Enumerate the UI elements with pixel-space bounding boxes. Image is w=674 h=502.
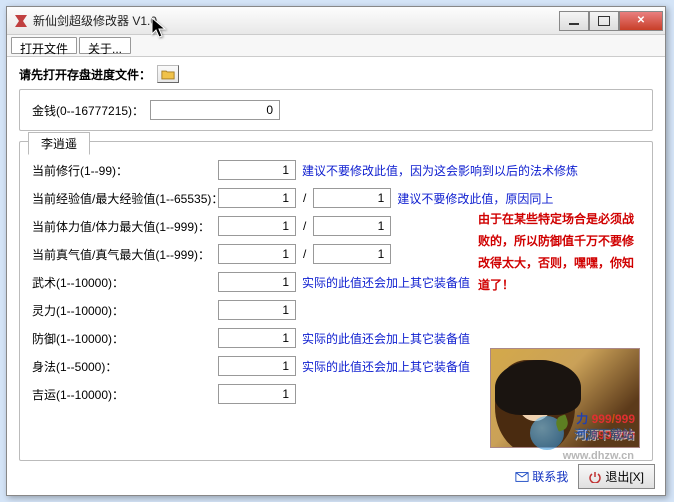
exp-max-input[interactable] (313, 188, 391, 208)
shenfa-input[interactable] (218, 356, 296, 376)
contact-link[interactable]: 联系我 (515, 468, 568, 485)
open-prompt: 请先打开存盘进度文件： (19, 66, 151, 83)
window-title: 新仙剑超级修改器 V1.0 (33, 12, 559, 29)
titlebar[interactable]: 新仙剑超级修改器 V1.0 (7, 7, 665, 35)
app-icon (13, 13, 29, 29)
wushu-input[interactable] (218, 272, 296, 292)
maximize-button[interactable] (589, 11, 619, 31)
minimize-button[interactable] (559, 11, 589, 31)
jiyun-input[interactable] (218, 384, 296, 404)
wushu-hint: 实际的此值还会加上其它装备值 (302, 274, 470, 291)
money-label: 金钱(0--16777215)： (32, 102, 144, 119)
mail-icon (515, 470, 529, 484)
exit-icon (589, 471, 601, 483)
menubar: 打开文件 关于... (7, 35, 665, 57)
menu-about[interactable]: 关于... (79, 37, 131, 54)
cultivation-label: 当前修行(1--99)： (32, 162, 212, 179)
open-folder-button[interactable] (157, 65, 179, 83)
close-button[interactable] (619, 11, 663, 31)
menu-open-file[interactable]: 打开文件 (11, 37, 77, 54)
mp-cur-input[interactable] (218, 244, 296, 264)
character-portrait: 力 999/999 气 999/999 (490, 348, 640, 448)
shenfa-label: 身法(1--5000)： (32, 358, 212, 375)
exp-hint: 建议不要修改此值，原因同上 (397, 190, 553, 207)
main-window: 新仙剑超级修改器 V1.0 打开文件 关于... 请先打开存盘进度文件： 金钱(… (6, 6, 666, 496)
hp-label: 当前体力值/体力最大值(1--999)： (32, 218, 212, 235)
fangyu-hint: 实际的此值还会加上其它装备值 (302, 330, 470, 347)
fangyu-label: 防御(1--10000)： (32, 330, 212, 347)
exit-button[interactable]: 退出[X] (578, 464, 655, 489)
exp-label: 当前经验值/最大经验值(1--65535)： (32, 190, 212, 207)
tab-character[interactable]: 李逍遥 (28, 132, 90, 155)
exp-cur-input[interactable] (218, 188, 296, 208)
wushu-label: 武术(1--10000)： (32, 274, 212, 291)
defense-warning: 由于在某些特定场合是必须战败的，所以防御值千万不要修改得太大，否则，嘿嘿，你知道… (478, 208, 638, 296)
lingli-input[interactable] (218, 300, 296, 320)
hp-cur-input[interactable] (218, 216, 296, 236)
cultivation-input[interactable] (218, 160, 296, 180)
mp-label: 当前真气值/真气最大值(1--999)： (32, 246, 212, 263)
hp-max-input[interactable] (313, 216, 391, 236)
fangyu-input[interactable] (218, 328, 296, 348)
lingli-label: 灵力(1--10000)： (32, 302, 212, 319)
character-tabset: 李逍遥 当前修行(1--99)： 建议不要修改此值，因为这会影响到以后的法术修炼… (19, 141, 653, 461)
money-input[interactable] (150, 100, 280, 120)
cultivation-hint: 建议不要修改此值，因为这会影响到以后的法术修炼 (302, 162, 578, 179)
shenfa-hint: 实际的此值还会加上其它装备值 (302, 358, 470, 375)
mp-max-input[interactable] (313, 244, 391, 264)
exp-sep: / (302, 191, 307, 205)
money-groupbox: 金钱(0--16777215)： (19, 89, 653, 131)
jiyun-label: 吉运(1--10000)： (32, 386, 212, 403)
